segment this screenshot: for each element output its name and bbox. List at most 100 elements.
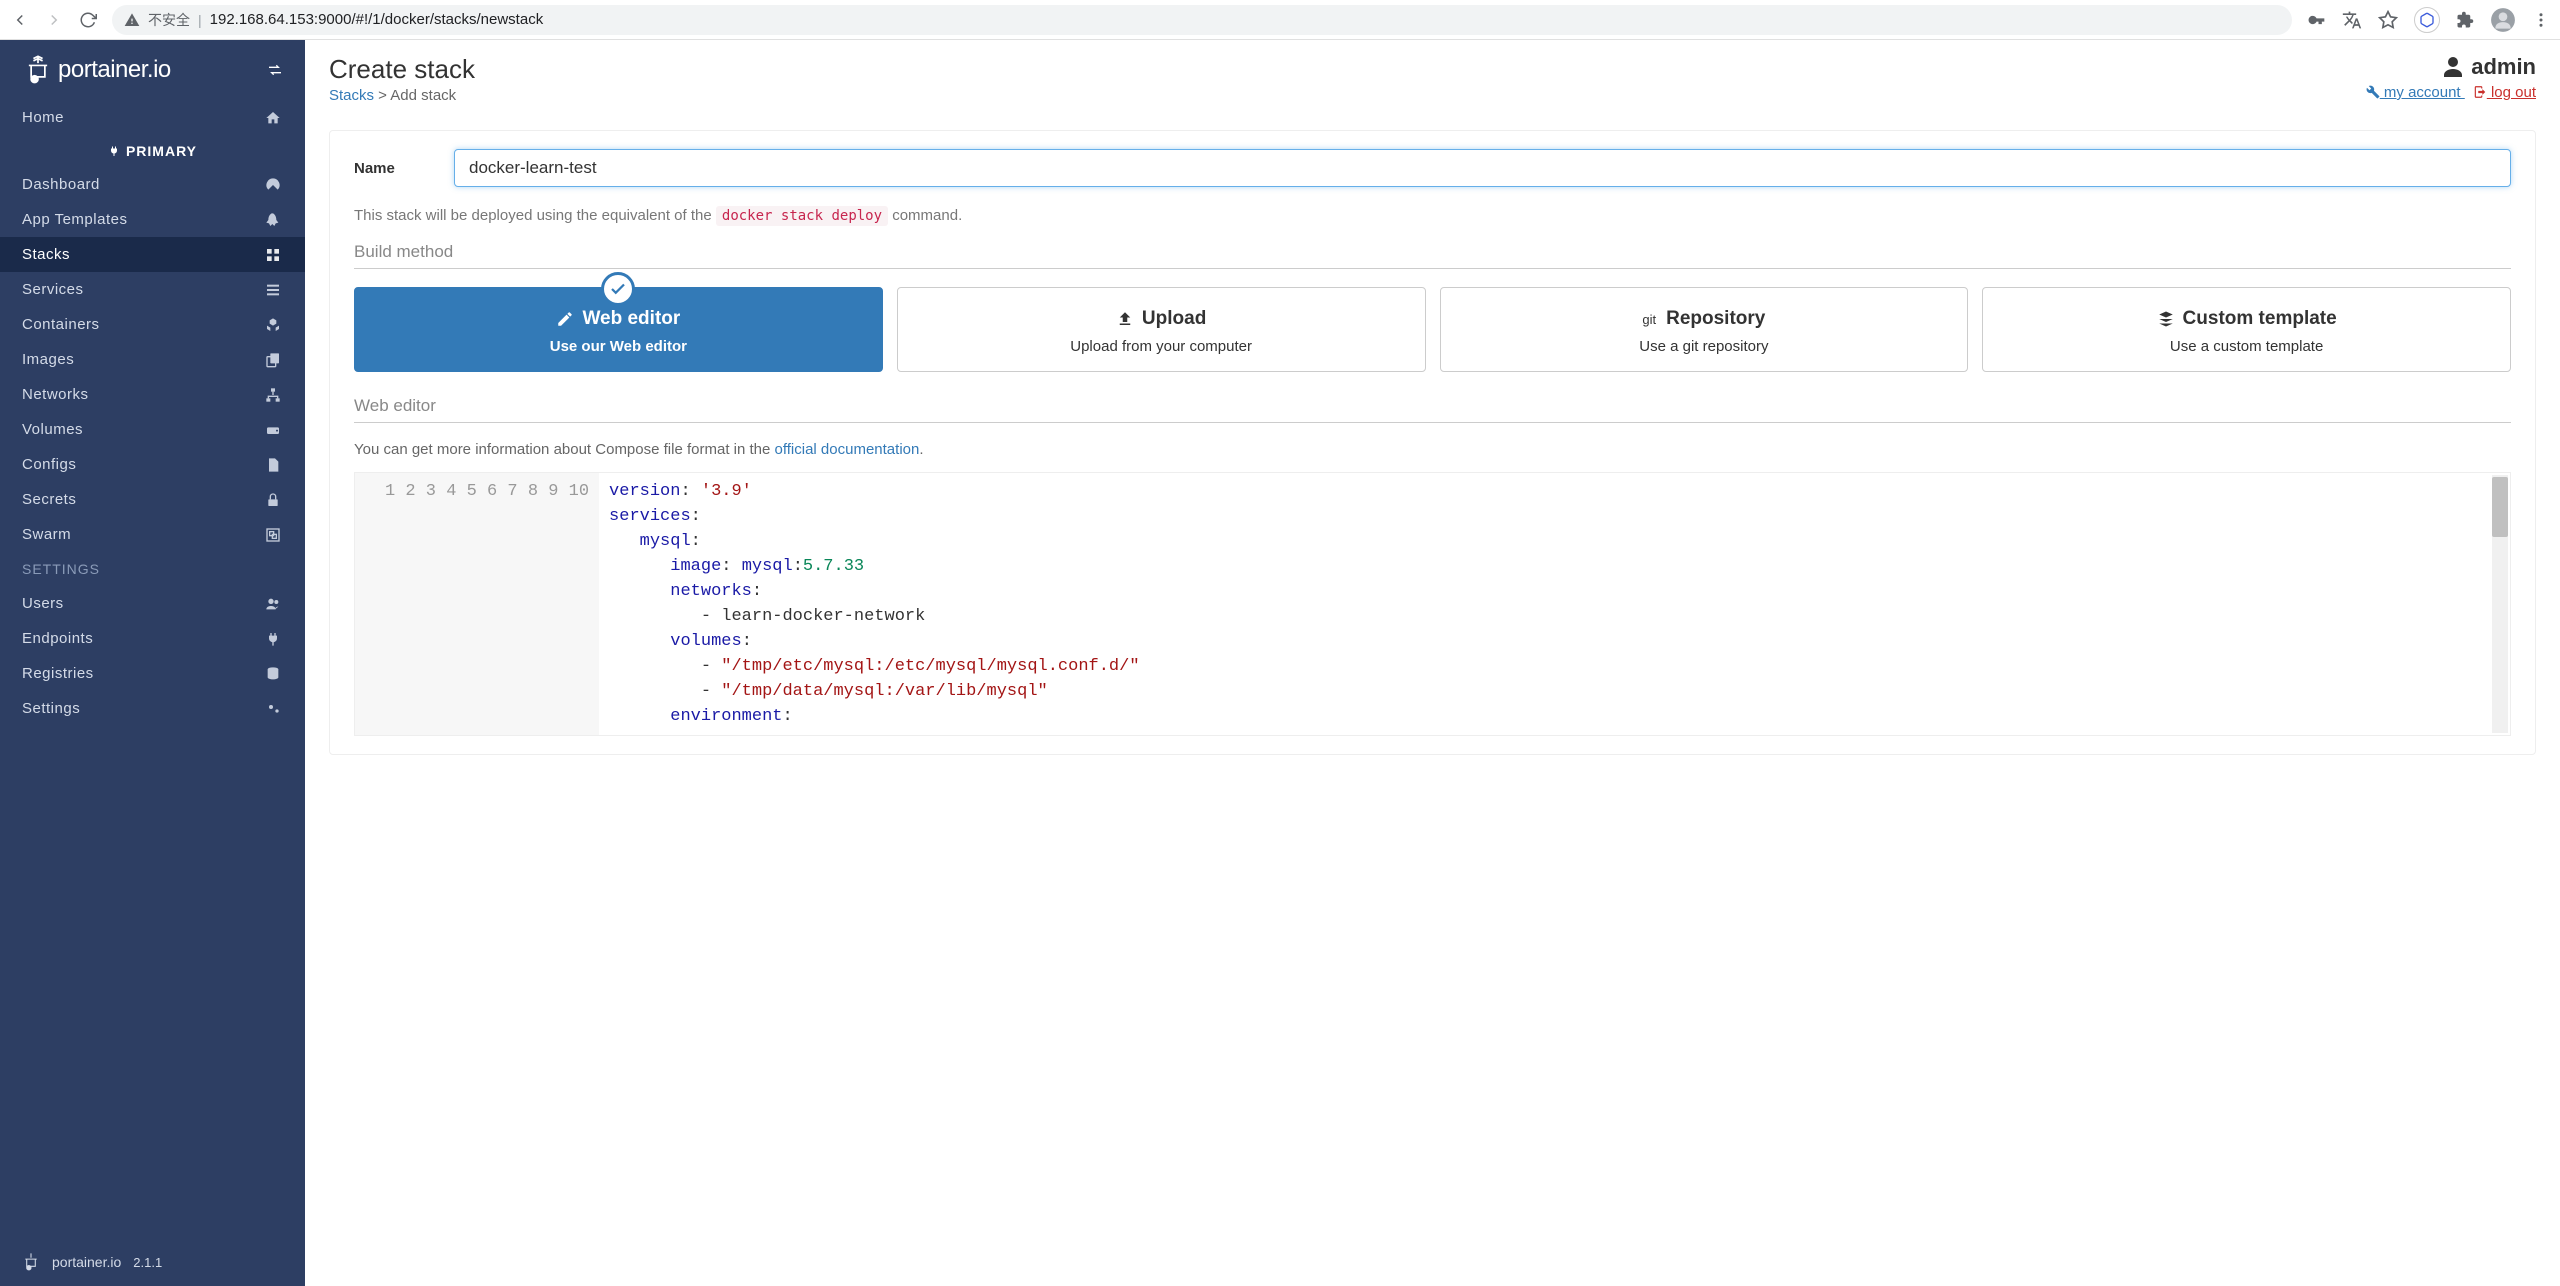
- sidebar-toggle-icon[interactable]: [265, 62, 285, 78]
- user-label: admin: [2358, 54, 2536, 80]
- plug-icon: [265, 631, 283, 647]
- extension-icon[interactable]: [2414, 7, 2440, 33]
- sidebar-item-label: App Templates: [22, 211, 127, 228]
- build-method-title: Build method: [354, 242, 2511, 269]
- cubes-icon: [265, 317, 283, 333]
- sidebar-item-label: Volumes: [22, 421, 83, 438]
- browser-toolbar: 不安全 | 192.168.64.153:9000/#!/1/docker/st…: [0, 0, 2560, 40]
- breadcrumb: Stacks > Add stack: [329, 87, 475, 104]
- sidebar: portainer.io Home PRIMARY Dashboard App T…: [0, 40, 305, 1286]
- editor-body[interactable]: version: '3.9' services: mysql: image: m…: [599, 473, 2510, 735]
- sidebar-item-label: Home: [22, 109, 64, 126]
- sidebar-item-secrets[interactable]: Secrets: [0, 482, 305, 517]
- sidebar-item-label: Stacks: [22, 246, 70, 263]
- sidebar-item-networks[interactable]: Networks: [0, 377, 305, 412]
- sidebar-item-app-templates[interactable]: App Templates: [0, 202, 305, 237]
- method-card-upload[interactable]: UploadUpload from your computer: [897, 287, 1426, 372]
- sidebar-item-label: Configs: [22, 456, 76, 473]
- deploy-help-text: This stack will be deployed using the eq…: [354, 207, 2511, 224]
- wrench-icon: [2366, 85, 2380, 99]
- footer-logo-text: portainer.io: [52, 1254, 121, 1270]
- sidebar-item-containers[interactable]: Containers: [0, 307, 305, 342]
- home-icon: [265, 110, 283, 126]
- key-icon[interactable]: [2306, 10, 2326, 30]
- logout-icon: [2473, 85, 2487, 99]
- star-icon[interactable]: [2378, 10, 2398, 30]
- logo-icon: [24, 54, 52, 86]
- insecure-label: 不安全: [148, 10, 190, 30]
- sidebar-item-label: Services: [22, 281, 84, 298]
- method-title: Custom template: [2183, 308, 2337, 330]
- method-title: Repository: [1666, 308, 1765, 330]
- name-input[interactable]: [454, 149, 2511, 187]
- page-title: Create stack: [329, 54, 475, 85]
- back-button[interactable]: [10, 10, 30, 30]
- breadcrumb-link-stacks[interactable]: Stacks: [329, 87, 374, 104]
- docker-command-code: docker stack deploy: [716, 206, 888, 226]
- forward-button[interactable]: [44, 10, 64, 30]
- method-card-repository[interactable]: gitRepositoryUse a git repository: [1440, 287, 1969, 372]
- extensions-icon[interactable]: [2456, 11, 2474, 29]
- menu-icon[interactable]: [2532, 11, 2550, 29]
- sidebar-item-users[interactable]: Users: [0, 586, 305, 621]
- translate-icon[interactable]: [2342, 10, 2362, 30]
- method-subtitle: Use our Web editor: [365, 338, 872, 355]
- method-title: Upload: [1142, 308, 1206, 330]
- sidebar-item-label: Swarm: [22, 526, 71, 543]
- sidebar-item-home[interactable]: Home: [0, 100, 305, 135]
- address-bar[interactable]: 不安全 | 192.168.64.153:9000/#!/1/docker/st…: [112, 5, 2292, 35]
- method-title: Web editor: [582, 308, 680, 330]
- sidebar-item-settings[interactable]: Settings: [0, 691, 305, 726]
- database-icon: [265, 666, 283, 682]
- check-icon: [601, 272, 635, 306]
- file-icon: [265, 457, 283, 473]
- clone-icon: [265, 352, 283, 368]
- reload-button[interactable]: [78, 10, 98, 30]
- web-editor-title: Web editor: [354, 396, 2511, 423]
- sidebar-primary-section: PRIMARY: [0, 135, 305, 167]
- breadcrumb-current: Add stack: [390, 87, 456, 104]
- users-icon: [265, 596, 283, 612]
- rocket-icon: [265, 212, 283, 228]
- sidebar-item-label: Users: [22, 595, 64, 612]
- sidebar-item-services[interactable]: Services: [0, 272, 305, 307]
- sidebar-item-images[interactable]: Images: [0, 342, 305, 377]
- sidebar-item-label: Networks: [22, 386, 89, 403]
- sidebar-item-endpoints[interactable]: Endpoints: [0, 621, 305, 656]
- lock-icon: [265, 492, 283, 508]
- name-label: Name: [354, 160, 454, 177]
- sidebar-item-label: Images: [22, 351, 74, 368]
- sitemap-icon: [265, 387, 283, 403]
- list-icon: [265, 282, 283, 298]
- version-text: 2.1.1: [133, 1255, 162, 1270]
- method-card-web-editor[interactable]: Web editor Use our Web editor: [354, 287, 883, 372]
- logo[interactable]: portainer.io: [24, 54, 171, 86]
- sidebar-item-registries[interactable]: Registries: [0, 656, 305, 691]
- profile-icon[interactable]: [2490, 7, 2516, 33]
- sidebar-item-label: Secrets: [22, 491, 76, 508]
- official-docs-link[interactable]: official documentation: [775, 441, 920, 458]
- method-subtitle: Use a git repository: [1451, 338, 1958, 355]
- sidebar-item-dashboard[interactable]: Dashboard: [0, 167, 305, 202]
- sidebar-item-stacks[interactable]: Stacks: [0, 237, 305, 272]
- sidebar-item-volumes[interactable]: Volumes: [0, 412, 305, 447]
- hdd-icon: [265, 422, 283, 438]
- main-content: Create stack Stacks > Add stack admin my…: [305, 40, 2560, 1286]
- method-card-custom-template[interactable]: Custom template Use a custom template: [1982, 287, 2511, 372]
- sidebar-item-label: Dashboard: [22, 176, 100, 193]
- sidebar-item-label: Settings: [22, 700, 80, 717]
- th-icon: [265, 247, 283, 263]
- plug-icon: [108, 145, 120, 157]
- editor-scrollbar[interactable]: [2492, 475, 2508, 733]
- sidebar-item-configs[interactable]: Configs: [0, 447, 305, 482]
- cogs-icon: [265, 701, 283, 717]
- my-account-link[interactable]: my account: [2366, 84, 2465, 101]
- insecure-icon: [124, 12, 140, 28]
- logout-link[interactable]: log out: [2473, 84, 2536, 101]
- sidebar-settings-header: SETTINGS: [0, 552, 305, 586]
- footer-logo-icon: [22, 1252, 40, 1272]
- object-group-icon: [265, 527, 283, 543]
- method-subtitle: Use a custom template: [1993, 338, 2500, 355]
- code-editor[interactable]: 1 2 3 4 5 6 7 8 9 10 version: '3.9' serv…: [354, 472, 2511, 736]
- sidebar-item-swarm[interactable]: Swarm: [0, 517, 305, 552]
